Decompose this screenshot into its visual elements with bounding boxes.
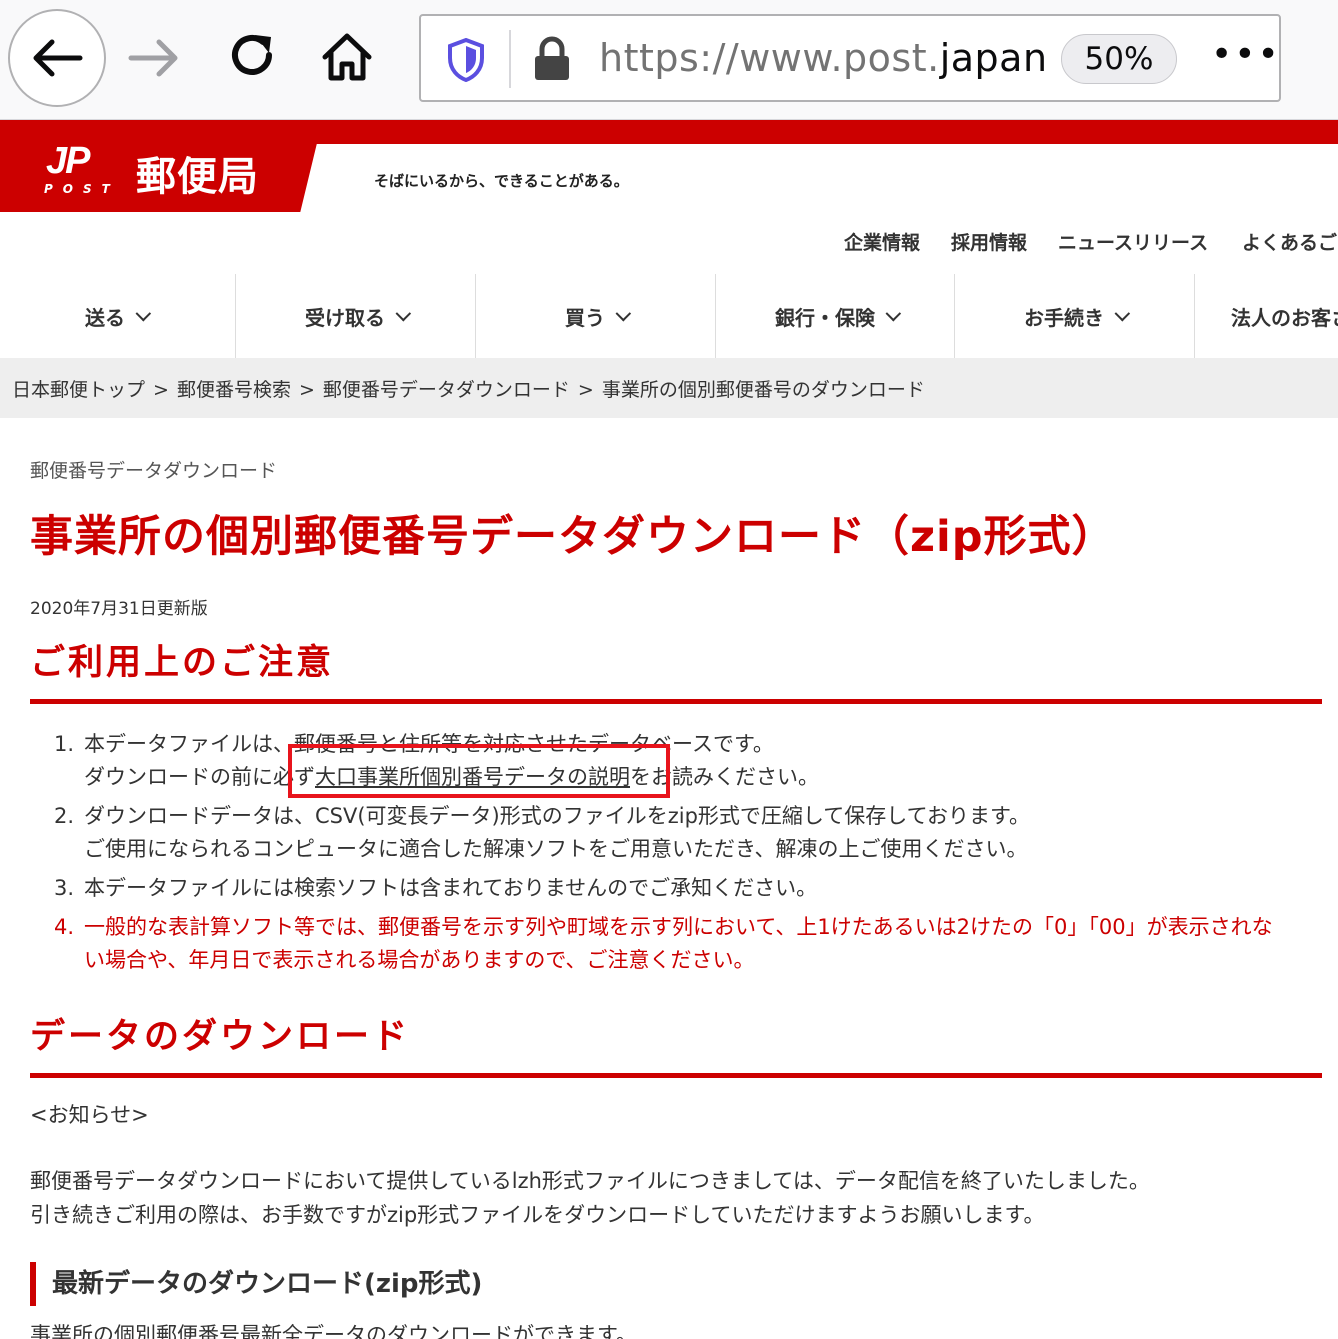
chevron-down-icon (885, 305, 902, 321)
util-link-corporate[interactable]: 企業情報 (844, 228, 920, 255)
nav-item-receive[interactable]: 受け取る (236, 274, 475, 358)
download-heading: データのダウンロード (30, 1008, 1322, 1078)
nav-label: 買う (565, 305, 605, 330)
update-date: 2020年7月31日更新版 (30, 599, 208, 619)
breadcrumb-item-top[interactable]: 日本郵便トップ (12, 379, 145, 401)
home-button[interactable] (316, 24, 378, 90)
nav-item-procedures[interactable]: お手続き (955, 274, 1194, 358)
chevron-down-icon (135, 305, 152, 321)
nav-item-buy[interactable]: 買う (476, 274, 715, 358)
chevron-down-icon (1114, 305, 1131, 321)
nav-label: 送る (85, 305, 125, 330)
latest-description: 事業所の個別郵便番号最新全データのダウンロードができます。 (30, 1323, 637, 1339)
site-header: JP POST 郵便局 そばにいるから、できることがある。 (0, 120, 1338, 212)
note-text: 一般的な表計算ソフト等では、郵便番号を示す列や町域を示す列において、上1けたある… (84, 915, 1273, 939)
arrow-left-icon (33, 39, 83, 77)
highlight-box (288, 744, 670, 798)
home-icon (322, 33, 372, 81)
list-item: 1. 本データファイルは、郵便番号と住所等を対応させたデータベースです。 ダウン… (30, 728, 1322, 794)
list-number: 4. (54, 915, 75, 939)
nav-label: 法人のお客さ (1231, 305, 1338, 330)
arrow-right-icon (128, 39, 178, 77)
latest-heading: 最新データのダウンロード(zip形式) (30, 1262, 482, 1306)
note-text: ダウンロードの前に必ず (84, 765, 315, 789)
list-number: 1. (54, 732, 75, 756)
address-bar[interactable]: https://www.post.japanp 50% ••• (419, 14, 1281, 102)
chevron-down-icon (615, 305, 632, 321)
list-number: 2. (54, 804, 75, 828)
notice-list: 1. 本データファイルは、郵便番号と住所等を対応させたデータベースです。 ダウン… (30, 728, 1322, 983)
nav-item-send[interactable]: 送る (0, 274, 235, 358)
tagline: そばにいるから、できることがある。 (374, 172, 629, 190)
nav-label: 銀行・保険 (775, 305, 875, 330)
page-actions-menu[interactable]: ••• (1211, 34, 1279, 75)
notice-label: <お知らせ> (30, 1103, 149, 1127)
breadcrumb: 日本郵便トップ > 郵便番号検索 > 郵便番号データダウンロード > 事業所の個別郵便番号の… (0, 358, 1338, 418)
lock-icon[interactable] (531, 36, 573, 82)
logo[interactable]: JP POST 郵便局 (0, 120, 330, 212)
url-prefix: https://www.post. (599, 36, 940, 80)
chevron-down-icon (395, 305, 412, 321)
page-kicker: 郵便番号データダウンロード (30, 460, 278, 482)
breadcrumb-item-current: 事業所の個別郵便番号のダウンロード (601, 379, 925, 401)
note-text: ご使用になられるコンピュータに適合した解凍ソフトをご用意いただき、解凍の上ご使用… (84, 837, 1028, 861)
breadcrumb-item-download[interactable]: 郵便番号データダウンロード (323, 379, 570, 401)
url-separator (509, 30, 511, 88)
note-text: ダウンロードデータは、CSV(可変長データ)形式のファイルをzip形式で圧縮して… (84, 804, 1030, 828)
list-number: 3. (54, 876, 75, 900)
note-text: 本データファイルには検索ソフトは含まれておりませんのでご承知ください。 (84, 876, 818, 900)
logo-name: 郵便局 (136, 154, 259, 200)
util-link-faq[interactable]: よくあるご (1242, 228, 1337, 255)
nav-item-bank-insurance[interactable]: 銀行・保険 (716, 274, 955, 358)
list-item: 4. 一般的な表計算ソフト等では、郵便番号を示す列や町域を示す列において、上1け… (30, 911, 1322, 977)
notice-heading: ご利用上のご注意 (30, 634, 1322, 704)
breadcrumb-separator: > (577, 379, 594, 401)
page-title: 事業所の個別郵便番号データダウンロード（zip形式） (30, 512, 1116, 562)
back-button[interactable] (8, 9, 106, 107)
util-link-news[interactable]: ニュースリリース (1058, 228, 1208, 255)
nav-label: 受け取る (305, 305, 385, 330)
global-nav: 送る 受け取る 買う 銀行・保険 お手続き 法人のお客さ (0, 274, 1338, 358)
list-item: 3. 本データファイルには検索ソフトは含まれておりませんのでご承知ください。 (30, 872, 1322, 905)
nav-label: お手続き (1024, 305, 1104, 330)
logo-post: POST (44, 182, 120, 196)
reload-button[interactable] (222, 26, 282, 86)
notice-line-2: 引き続きご利用の際は、お手数ですがzip形式ファイルをダウンロードしていただけま… (30, 1203, 1045, 1227)
browser-toolbar: https://www.post.japanp 50% ••• (0, 0, 1338, 120)
nav-item-business[interactable]: 法人のお客さ (1195, 274, 1338, 358)
list-item: 2. ダウンロードデータは、CSV(可変長データ)形式のファイルをzip形式で圧… (30, 800, 1322, 866)
zoom-indicator[interactable]: 50% (1061, 34, 1177, 84)
shield-icon[interactable] (447, 38, 485, 82)
reload-icon (232, 35, 272, 75)
util-link-recruit[interactable]: 採用情報 (951, 228, 1027, 255)
logo-mark: JP (46, 140, 91, 182)
url-host: japanp (939, 36, 1049, 80)
notice-line-1: 郵便番号データダウンロードにおいて提供しているlzh形式ファイルにつきましては、… (30, 1169, 1150, 1193)
breadcrumb-item-search[interactable]: 郵便番号検索 (177, 379, 291, 401)
note-text: い場合や、年月日で表示される場合がありますので、ご注意ください。 (84, 948, 755, 972)
breadcrumb-separator: > (298, 379, 315, 401)
url-text[interactable]: https://www.post.japanp (599, 36, 1049, 80)
breadcrumb-separator: > (153, 379, 169, 401)
forward-button[interactable] (124, 28, 184, 88)
utility-links: 企業情報 採用情報 ニュースリリース よくあるご (0, 228, 1338, 258)
